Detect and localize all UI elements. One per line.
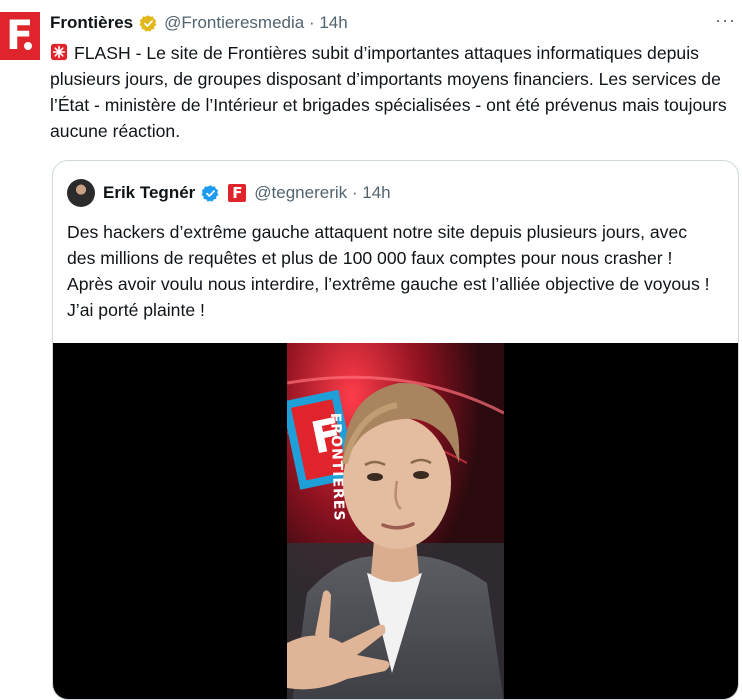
tweet-text-body: FLASH - Le site de Frontières subit d’im… [50, 43, 727, 141]
tweet-header: Frontières @Frontieresmedia · 14h [50, 12, 348, 34]
quoted-author-display-name[interactable]: Erik Tegnér [103, 183, 195, 203]
frontieres-logo-letter: F [6, 13, 34, 59]
verified-blue-badge-icon [201, 184, 219, 202]
video-frame-illustration: F FRONTIÈRES [287, 343, 504, 699]
quoted-tweet-text: Des hackers d’extrême gauche attaquent n… [67, 222, 710, 320]
quoted-tweet-header: Erik Tegnér F @tegnererik · 14h [67, 179, 391, 207]
frontieres-logo-dot [24, 42, 32, 50]
siren-emoji-icon [50, 43, 68, 61]
frontieres-avatar[interactable]: F [0, 12, 40, 60]
tweet-text: FLASH - Le site de Frontières subit d’im… [50, 40, 730, 144]
affiliation-badge-icon[interactable]: F [228, 184, 247, 202]
quoted-author-handle-time[interactable]: @tegnererik · 14h [254, 183, 390, 203]
author-handle-time[interactable]: @Frontieresmedia · 14h [164, 13, 348, 33]
author-display-name[interactable]: Frontières [50, 13, 133, 33]
quoted-author-avatar[interactable] [67, 179, 95, 207]
video-player[interactable]: F FRONTIÈRES [53, 343, 738, 699]
more-options-icon[interactable]: ··· [715, 10, 736, 31]
quoted-tweet-card[interactable]: Erik Tegnér F @tegnererik · 14h Des hack… [52, 160, 739, 700]
verified-gold-badge-icon [139, 14, 157, 32]
video-thumbnail: F FRONTIÈRES [287, 343, 504, 699]
